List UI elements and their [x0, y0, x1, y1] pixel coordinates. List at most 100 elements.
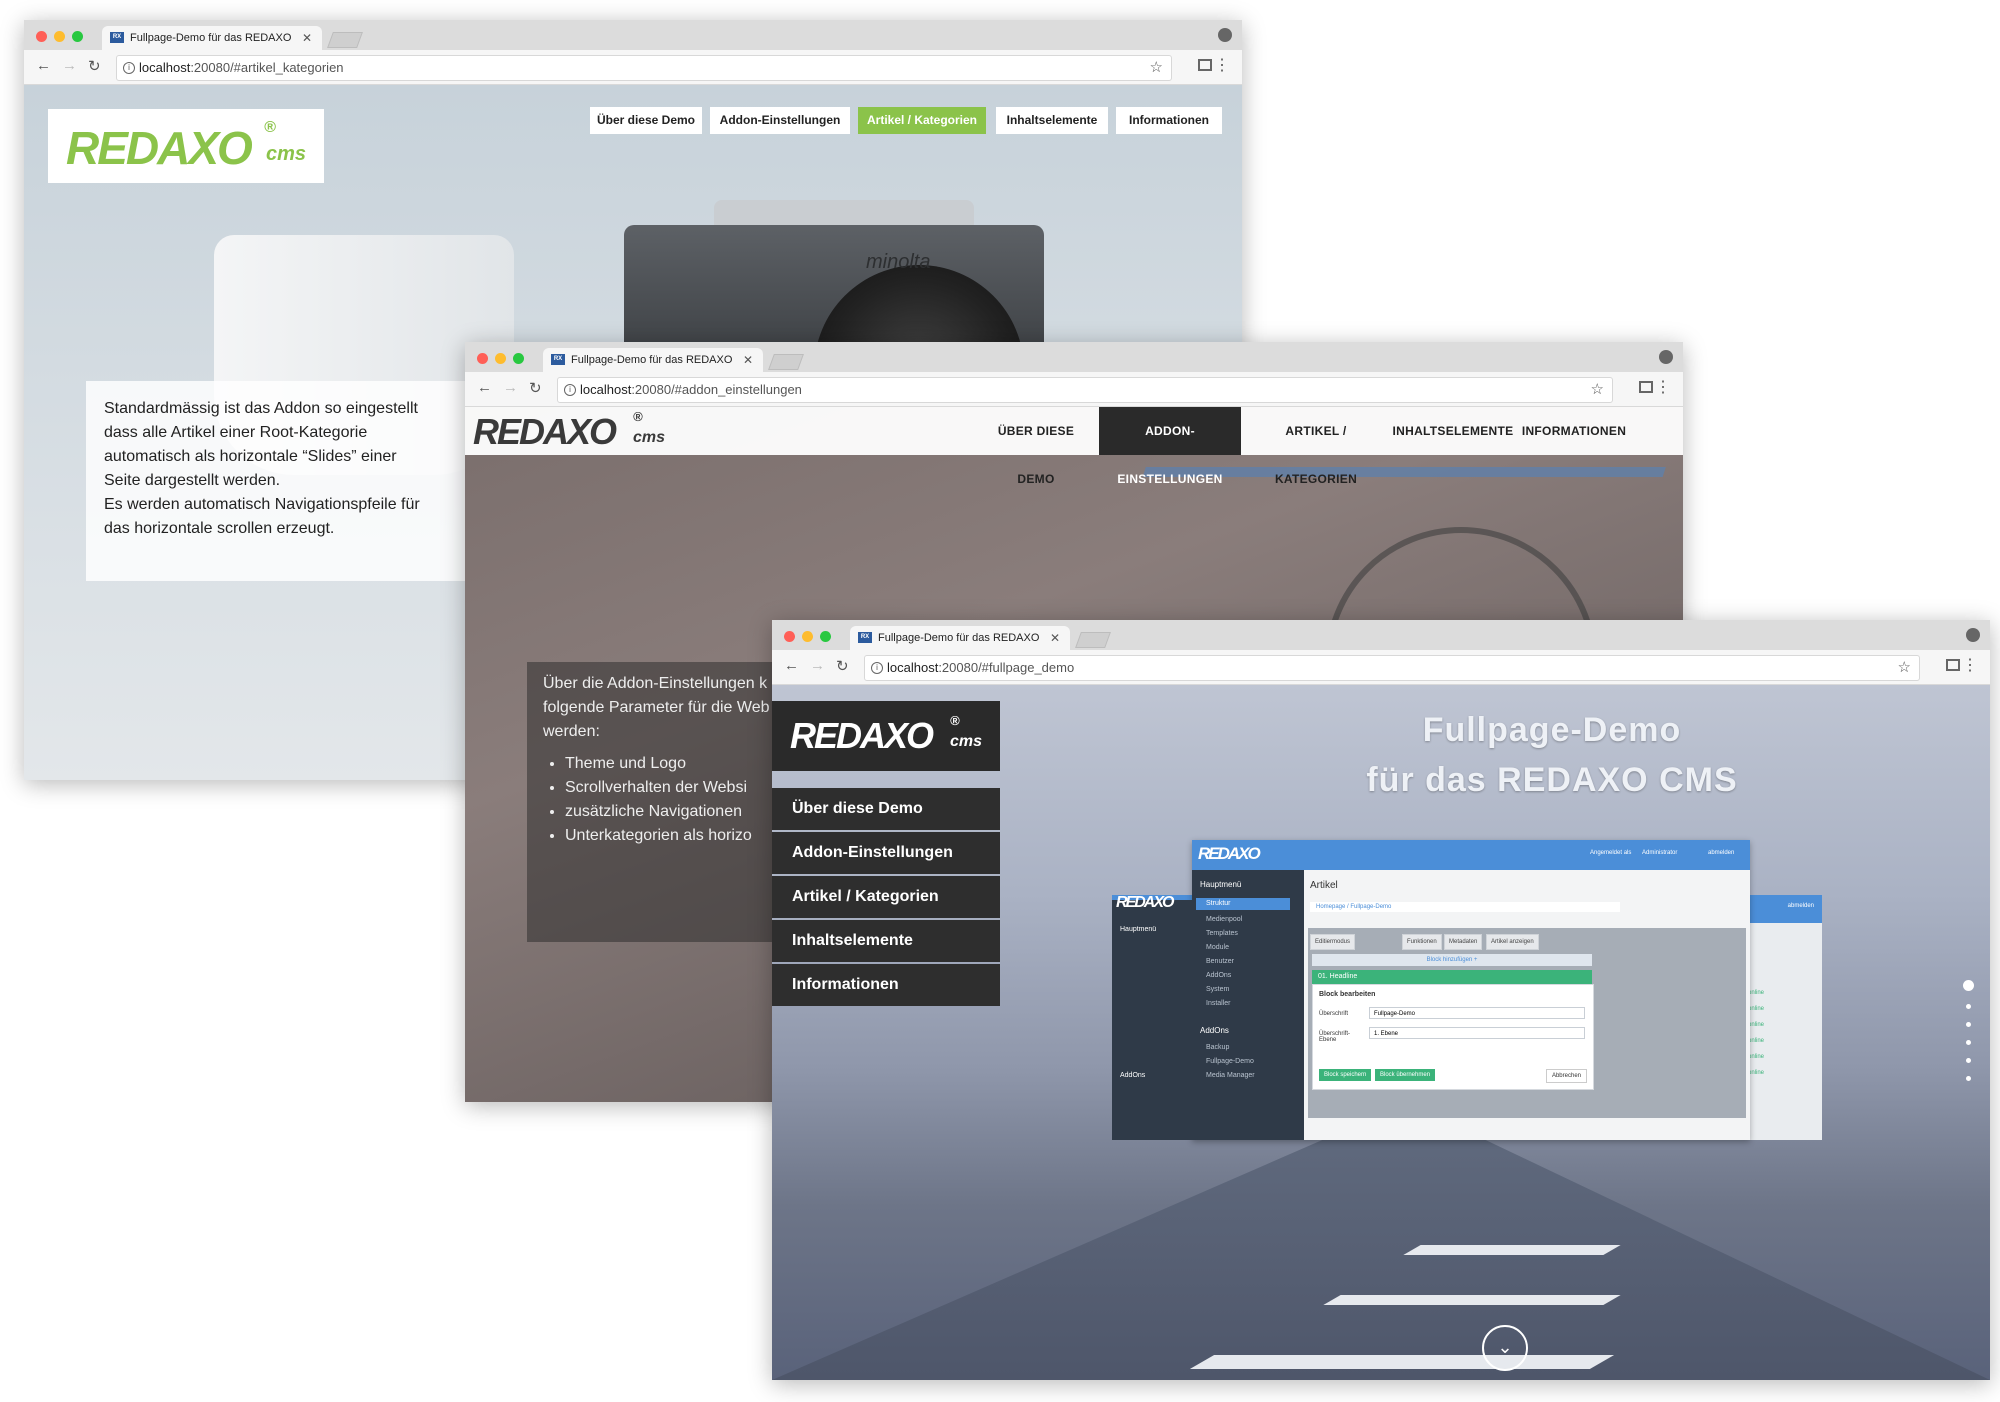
new-tab-button[interactable]: [327, 32, 363, 48]
menu-dots-icon[interactable]: ⋮: [1214, 55, 1230, 75]
back-icon[interactable]: ←: [477, 379, 492, 396]
tab-artikel-anzeigen: Artikel anzeigen: [1486, 934, 1539, 950]
menu-addon-einstellungen[interactable]: Addon-Einstellungen: [772, 832, 1000, 874]
menu-informationen[interactable]: Informationen: [772, 964, 1000, 1006]
card-line: automatisch als horizontale “Slides” ein…: [104, 448, 397, 465]
menu-dots-icon[interactable]: ⋮: [1962, 655, 1978, 675]
browser-tab[interactable]: RX Fullpage-Demo für das REDAXO ✕: [102, 26, 322, 50]
user-link: Administrator: [1642, 850, 1678, 856]
sidebar-item-backup: Backup: [1206, 1044, 1230, 1051]
forward-icon[interactable]: →: [503, 379, 518, 396]
road-image: [772, 1125, 1990, 1380]
road-marking: [1403, 1245, 1621, 1255]
sidebar-title: Hauptmenü: [1120, 926, 1157, 933]
redaxo-favicon-icon: RX: [551, 354, 565, 365]
nav-artikel-kategorien[interactable]: Artikel / Kategorien: [858, 107, 986, 134]
url-input[interactable]: i localhost:20080/#addon_einstellungen ☆: [557, 377, 1613, 403]
tab-title: Fullpage-Demo für das REDAXO: [130, 32, 292, 44]
new-tab-button[interactable]: [1075, 632, 1111, 648]
back-icon[interactable]: ←: [36, 57, 51, 74]
online-badge: online: [1748, 1070, 1765, 1076]
save-block-button: Block speichern: [1319, 1069, 1372, 1081]
logo-sub: cms: [950, 733, 983, 750]
slide-dot[interactable]: [1966, 1040, 1971, 1045]
browser-tab[interactable]: RX Fullpage-Demo für das REDAXO ✕: [543, 348, 763, 372]
info-icon[interactable]: i: [871, 662, 883, 674]
profile-icon[interactable]: [1218, 28, 1232, 42]
card-line: das horizontale scrollen erzeugt.: [104, 520, 335, 537]
tab-title: Fullpage-Demo für das REDAXO: [571, 354, 733, 366]
forward-icon[interactable]: →: [62, 57, 77, 74]
menu-artikel-kategorien[interactable]: Artikel / Kategorien: [772, 876, 1000, 918]
redaxo-logo[interactable]: REDAXO ® cms: [48, 109, 324, 183]
url-input[interactable]: i localhost:20080/#fullpage_demo ☆: [864, 655, 1920, 681]
url-input[interactable]: i localhost:20080/#artikel_kategorien ☆: [116, 55, 1172, 81]
minimize-window-button[interactable]: [802, 631, 813, 642]
road-marking: [1189, 1355, 1615, 1369]
bookmark-star-icon[interactable]: ☆: [1898, 656, 1911, 680]
nav-artikel-kategorien[interactable]: ARTIKEL / KATEGORIEN: [1245, 407, 1387, 486]
menu-inhaltselemente[interactable]: Inhaltselemente: [772, 920, 1000, 962]
nav-addon-einstellungen[interactable]: ADDON-EINSTELLUNGEN: [1099, 407, 1241, 486]
close-window-button[interactable]: [477, 353, 488, 364]
forward-icon[interactable]: →: [810, 657, 825, 674]
card-line: Standardmässig ist das Addon so eingeste…: [104, 400, 418, 417]
slide-dot[interactable]: [1966, 1076, 1971, 1081]
nav-informationen[interactable]: INFORMATIONEN: [1519, 407, 1629, 455]
nav-ueber-diese-demo[interactable]: ÜBER DIESE DEMO: [979, 407, 1093, 486]
nav-informationen[interactable]: Informationen: [1116, 107, 1222, 134]
nav-addon-einstellungen[interactable]: Addon-Einstellungen: [710, 107, 850, 134]
redaxo-favicon-icon: RX: [858, 632, 872, 643]
info-icon[interactable]: i: [564, 384, 576, 396]
redaxo-logo[interactable]: REDAXO ® cms: [772, 701, 1000, 771]
road-marking: [1323, 1295, 1621, 1305]
cast-icon[interactable]: [1198, 59, 1212, 71]
slide-dot-active[interactable]: [1963, 980, 1974, 991]
browser-tab[interactable]: RX Fullpage-Demo für das REDAXO ✕: [850, 626, 1070, 650]
nav-inhaltselemente[interactable]: Inhaltselemente: [996, 107, 1108, 134]
maximize-window-button[interactable]: [72, 31, 83, 42]
maximize-window-button[interactable]: [513, 353, 524, 364]
info-icon[interactable]: i: [123, 62, 135, 74]
cast-icon[interactable]: [1946, 659, 1960, 671]
reload-icon[interactable]: ↻: [836, 657, 849, 675]
sidebar-item-addons: AddOns: [1206, 972, 1232, 979]
reload-icon[interactable]: ↻: [88, 57, 101, 75]
logo-main: REDAXO: [790, 715, 934, 756]
scroll-down-icon[interactable]: ⌄: [1482, 1325, 1528, 1371]
sidebar-item-benutzer: Benutzer: [1206, 958, 1235, 965]
card-line: dass alle Artikel einer Root-Kategorie: [104, 424, 368, 441]
reload-icon[interactable]: ↻: [529, 379, 542, 397]
menu-ueber-diese-demo[interactable]: Über diese Demo: [772, 788, 1000, 830]
sidebar-item-media-manager: Media Manager: [1206, 1072, 1255, 1079]
minimize-window-button[interactable]: [54, 31, 65, 42]
bookmark-star-icon[interactable]: ☆: [1591, 378, 1604, 402]
close-window-button[interactable]: [784, 631, 795, 642]
slide-dot[interactable]: [1966, 1004, 1971, 1009]
back-icon[interactable]: ←: [784, 657, 799, 674]
minimize-window-button[interactable]: [495, 353, 506, 364]
profile-icon[interactable]: [1659, 350, 1673, 364]
address-bar: ← → ↻ i localhost:20080/#fullpage_demo ☆…: [772, 650, 1990, 685]
bookmark-star-icon[interactable]: ☆: [1150, 56, 1163, 80]
screenshot-breadcrumb: Homepage / Fullpage-Demo: [1310, 902, 1620, 912]
new-tab-button[interactable]: [768, 354, 804, 370]
close-window-button[interactable]: [36, 31, 47, 42]
sidebar-item-module: Module: [1206, 944, 1229, 951]
cast-icon[interactable]: [1639, 381, 1653, 393]
maximize-window-button[interactable]: [820, 631, 831, 642]
redaxo-logo[interactable]: REDAXO ® cms: [473, 409, 673, 452]
slide-navigation[interactable]: [1963, 980, 1974, 1094]
menu-dots-icon[interactable]: ⋮: [1655, 377, 1671, 397]
nav-ueber-diese-demo[interactable]: Über diese Demo: [590, 107, 702, 134]
nav-inhaltselemente[interactable]: INHALTSELEMENTE: [1391, 407, 1515, 455]
add-block-bar: Block hinzufügen +: [1312, 954, 1592, 966]
tab-close-icon[interactable]: ✕: [302, 26, 312, 50]
profile-icon[interactable]: [1966, 628, 1980, 642]
tab-close-icon[interactable]: ✕: [1050, 626, 1060, 650]
tab-close-icon[interactable]: ✕: [743, 348, 753, 372]
tab-metadaten: Metadaten: [1444, 934, 1483, 950]
online-badge: online: [1748, 1054, 1765, 1060]
slide-dot[interactable]: [1966, 1058, 1971, 1063]
slide-dot[interactable]: [1966, 1022, 1971, 1027]
